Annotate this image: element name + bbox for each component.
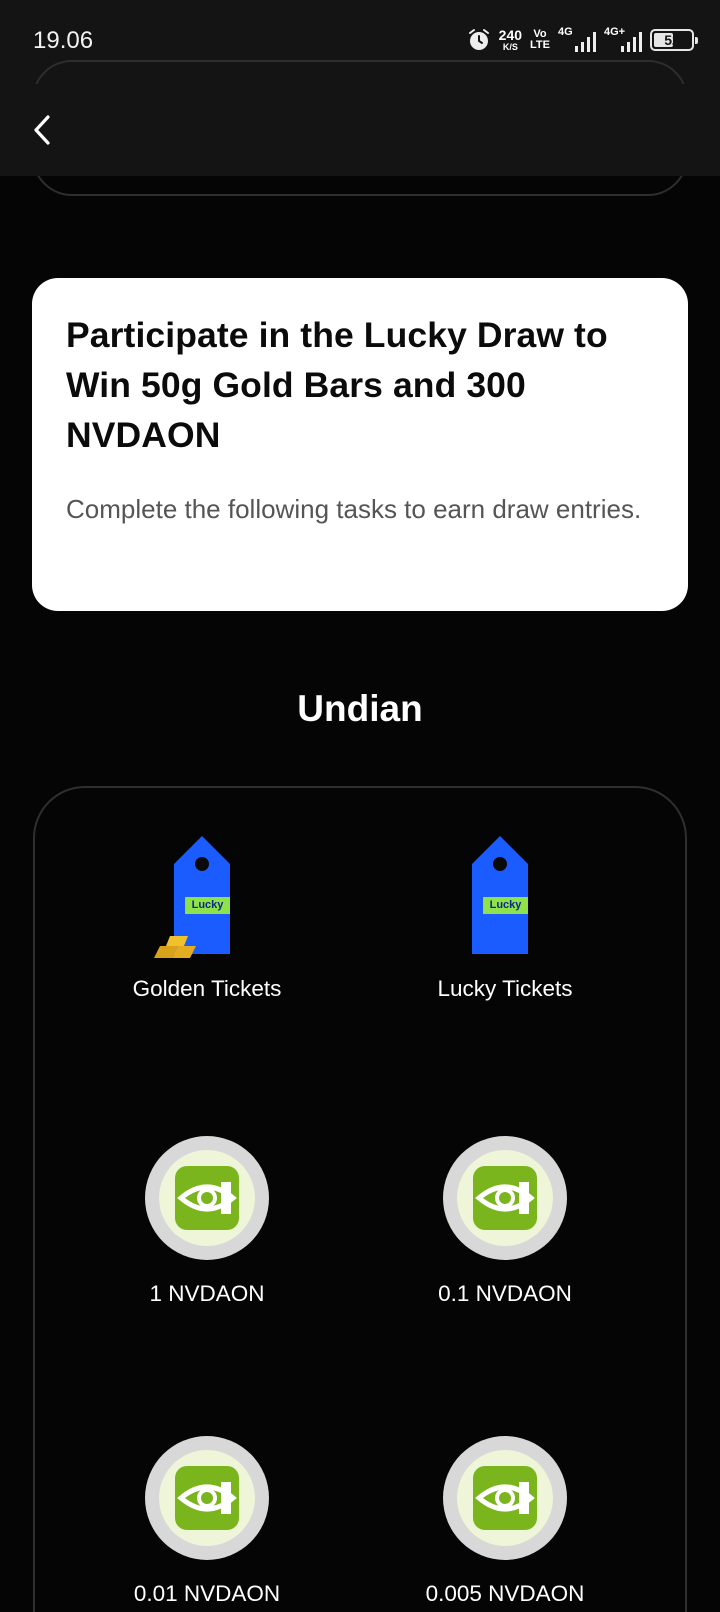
nvdaon-coin-icon	[443, 1436, 567, 1560]
sim2-signal: 4G+	[604, 26, 642, 52]
prize-label: 0.1 NVDAON	[438, 1281, 572, 1306]
status-icons: 240 K/S Vo LTE 4G 4G+ 52	[467, 24, 698, 56]
nvdaon-coin-icon	[145, 1136, 269, 1260]
network-speed-value: 240	[498, 27, 523, 43]
volte-indicator: Vo LTE	[530, 29, 550, 51]
prize-nvdaon-0-005[interactable]: 0.005 NVDAON	[375, 1436, 635, 1607]
prize-label: 0.005 NVDAON	[425, 1581, 585, 1606]
prize-lucky-tickets[interactable]: Lucky Lucky Tickets	[375, 836, 635, 1002]
promo-subtitle: Complete the following tasks to earn dra…	[66, 494, 642, 524]
nvdaon-coin-icon	[443, 1136, 567, 1260]
network-speed-unit: K/S	[502, 42, 518, 52]
prize-nvdaon-1[interactable]: 1 NVDAON	[77, 1136, 337, 1307]
prize-label: 0.01 NVDAON	[133, 1581, 281, 1606]
prize-label: Lucky Tickets	[437, 976, 573, 1001]
status-time: 19.06	[33, 27, 94, 54]
sim1-network-label: 4G	[558, 26, 573, 38]
prize-panel: Lucky Golden Tickets Lucky Lucky Tickets…	[33, 786, 687, 1612]
ticket-tag-label: Lucky	[483, 897, 528, 914]
volte-bottom: LTE	[530, 39, 550, 51]
alarm-icon	[468, 29, 489, 50]
promo-title: Participate in the Lucky Draw to Win 50g…	[66, 315, 608, 455]
signal-bars-icon	[575, 32, 596, 52]
golden-ticket-icon: Lucky	[152, 836, 262, 964]
back-button[interactable]	[20, 108, 64, 152]
prize-label: 1 NVDAON	[149, 1281, 265, 1306]
battery-level: 52	[664, 32, 680, 48]
prize-golden-tickets[interactable]: Lucky Golden Tickets	[77, 836, 337, 1002]
battery-tip	[695, 37, 698, 44]
section-title: Undian	[297, 688, 423, 729]
network-speed: 240 K/S	[499, 28, 522, 52]
prize-label: Golden Tickets	[132, 976, 282, 1001]
ticket-tag-label: Lucky	[185, 897, 230, 914]
prize-nvdaon-0-01[interactable]: 0.01 NVDAON	[77, 1436, 337, 1607]
chevron-left-icon	[34, 115, 50, 145]
lucky-ticket-icon: Lucky	[450, 836, 560, 964]
prize-nvdaon-0-1[interactable]: 0.1 NVDAON	[375, 1136, 635, 1307]
sim1-signal: 4G	[558, 26, 596, 52]
lucky-draw-promo-card: Participate in the Lucky Draw to Win 50g…	[32, 278, 688, 611]
nvdaon-coin-icon	[145, 1436, 269, 1560]
battery-indicator: 52	[650, 29, 698, 51]
signal-bars-icon	[621, 32, 642, 52]
app-bar	[0, 84, 720, 176]
